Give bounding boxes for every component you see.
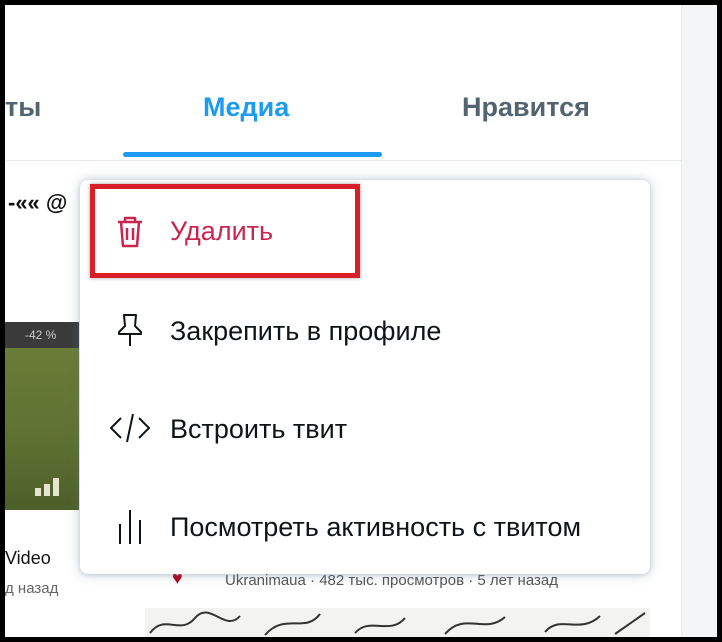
menu-item-analytics[interactable]: Посмотреть активность с твитом	[80, 486, 650, 566]
menu-item-embed[interactable]: Встроить твит	[80, 388, 650, 468]
tweet-author-name: -«« @	[8, 190, 68, 215]
annotation-highlight-box	[90, 184, 360, 278]
profile-tabs: ты Медиа Нравится	[5, 60, 681, 160]
column-divider	[681, 5, 682, 637]
tab-tweets-replies[interactable]: ты	[5, 92, 41, 123]
video-title-fragment: Video	[5, 548, 51, 568]
pin-icon	[110, 310, 150, 350]
menu-item-label: Встроить твит	[170, 414, 348, 444]
video-meta: Ukranimaua · 482 тыс. просмотров · 5 лет…	[225, 572, 558, 589]
tabs-divider	[5, 160, 681, 161]
video-preview-image	[145, 608, 650, 637]
view-count: 482 тыс. просмотров	[319, 572, 465, 589]
menu-item-label: Посмотреть активность с твитом	[170, 512, 582, 542]
code-icon	[109, 408, 151, 448]
video-age-fragment: д назад	[5, 580, 59, 597]
menu-item-label: Закрепить в профиле	[170, 316, 442, 346]
tab-media[interactable]: Медиа	[203, 92, 289, 123]
right-sidebar-strip	[681, 5, 717, 637]
active-tab-indicator	[123, 152, 382, 157]
analytics-icon	[110, 506, 150, 546]
upload-age: 5 лет назад	[477, 572, 558, 589]
thumbnail-status-bar: -42 %	[5, 322, 79, 348]
channel-name: Ukranimaua	[225, 572, 306, 589]
signal-bars-icon	[35, 478, 62, 496]
tab-likes[interactable]: Нравится	[462, 92, 590, 123]
menu-item-pin[interactable]: Закрепить в профиле	[80, 290, 650, 370]
